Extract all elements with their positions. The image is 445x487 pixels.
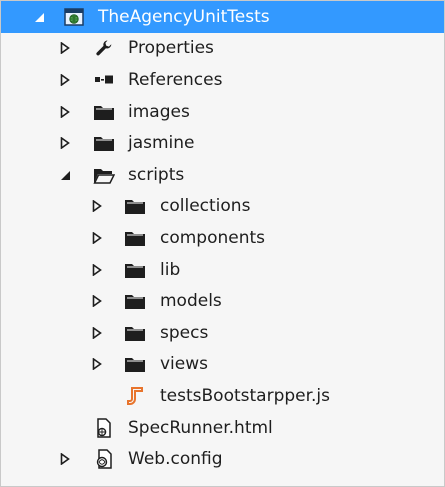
tree-item-models[interactable]: models (1, 285, 444, 317)
tree-item-properties[interactable]: Properties (1, 33, 444, 65)
tree-item-label: jasmine (128, 133, 195, 154)
tree-item-label: specs (160, 322, 209, 343)
tree-item-label: TheAgencyUnitTests (98, 6, 270, 27)
tree-item-views[interactable]: views (1, 349, 444, 381)
tree-item-project[interactable]: TheAgencyUnitTests (1, 1, 444, 33)
folder-icon (124, 323, 146, 343)
collapsed-arrow-icon[interactable] (58, 136, 72, 150)
tree-item-label: collections (160, 196, 251, 217)
tree-item-label: views (160, 354, 209, 375)
config-file-icon (93, 449, 115, 469)
collapsed-arrow-icon[interactable] (90, 357, 104, 371)
tree-item-specs[interactable]: specs (1, 317, 444, 349)
tree-item-label: models (160, 291, 222, 312)
collapsed-arrow-icon[interactable] (58, 105, 72, 119)
expanded-arrow-icon[interactable] (32, 10, 46, 24)
js-file-icon (124, 386, 146, 406)
tree-item-label: SpecRunner.html (128, 417, 273, 438)
html-file-icon (93, 417, 115, 438)
folder-open-icon (93, 165, 115, 185)
tree-item-web-config[interactable]: Web.config (1, 443, 444, 475)
tree-item-label: scripts (128, 164, 185, 185)
web-project-icon (63, 7, 85, 27)
tree-item-collections[interactable]: collections (1, 191, 444, 223)
tree-item-references[interactable]: References (1, 64, 444, 96)
tree-item-scripts[interactable]: scripts (1, 159, 444, 191)
tree-item-specrunner-html[interactable]: SpecRunner.html (1, 412, 444, 444)
tree-item-tests-bootstrapper-js[interactable]: testsBootstarpper.js (1, 380, 444, 412)
folder-icon (124, 228, 146, 248)
folder-icon (124, 354, 146, 374)
tree-item-label: testsBootstarpper.js (160, 385, 331, 406)
collapsed-arrow-icon[interactable] (90, 263, 104, 277)
expanded-arrow-icon[interactable] (58, 168, 72, 182)
solution-explorer-panel: TheAgencyUnitTests Properties References… (0, 0, 445, 487)
tree-item-label: References (128, 69, 223, 90)
collapsed-arrow-icon[interactable] (90, 326, 104, 340)
collapsed-arrow-icon[interactable] (90, 231, 104, 245)
tree-item-lib[interactable]: lib (1, 254, 444, 286)
collapsed-arrow-icon[interactable] (90, 199, 104, 213)
folder-icon (93, 102, 115, 122)
folder-icon (124, 291, 146, 311)
tree-item-images[interactable]: images (1, 96, 444, 128)
collapsed-arrow-icon[interactable] (90, 294, 104, 308)
folder-icon (124, 196, 146, 216)
solution-tree: TheAgencyUnitTests Properties References… (1, 1, 444, 475)
tree-item-label: components (160, 227, 266, 248)
collapsed-arrow-icon[interactable] (58, 73, 72, 87)
tree-item-jasmine[interactable]: jasmine (1, 127, 444, 159)
wrench-icon (93, 38, 115, 58)
tree-item-label: lib (160, 259, 181, 280)
collapsed-arrow-icon[interactable] (58, 41, 72, 55)
tree-item-components[interactable]: components (1, 222, 444, 254)
folder-icon (124, 260, 146, 280)
folder-icon (93, 133, 115, 153)
collapsed-arrow-icon[interactable] (58, 452, 72, 466)
tree-item-label: images (128, 101, 190, 122)
tree-item-label: Web.config (128, 449, 223, 470)
references-icon (93, 70, 115, 90)
tree-item-label: Properties (128, 38, 214, 59)
